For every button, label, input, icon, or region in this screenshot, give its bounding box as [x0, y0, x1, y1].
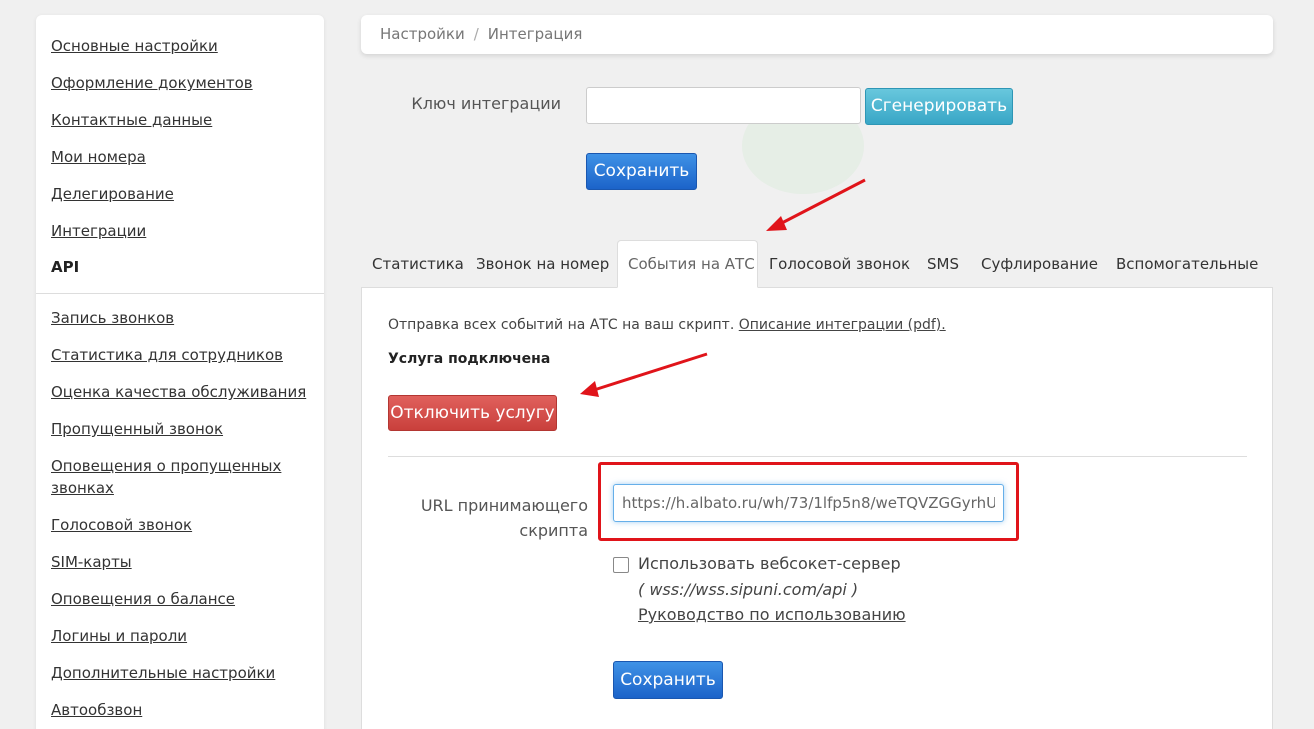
arrow-to-tab-icon [766, 178, 866, 231]
arrow-to-disable-icon [580, 352, 708, 397]
annotation-arrows [580, 178, 866, 397]
